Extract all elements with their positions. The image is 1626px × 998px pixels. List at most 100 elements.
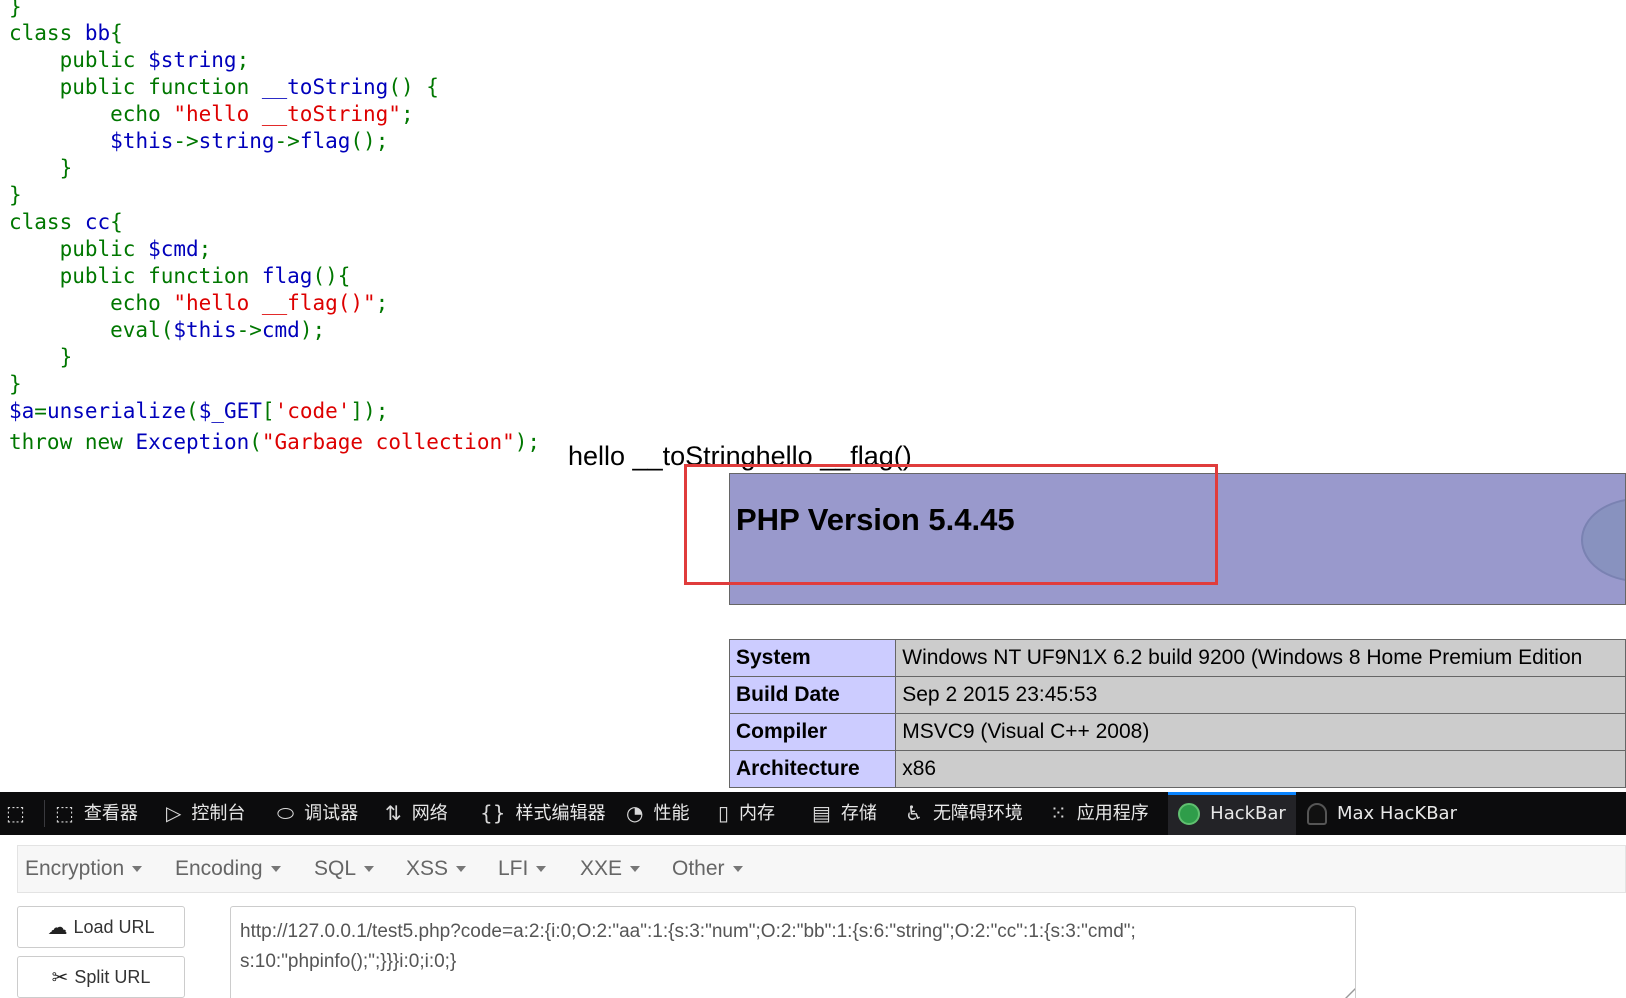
hackbar-menu-encryption[interactable]: Encryption	[25, 846, 143, 892]
code-token: "hello __flag()"	[173, 291, 376, 315]
code-token: public	[9, 48, 149, 72]
caret-down-icon	[536, 866, 547, 873]
devtools-tab-label: 网络	[411, 803, 448, 824]
code-token: $a	[9, 399, 35, 423]
code-token: eval(	[9, 318, 174, 342]
devtools-tab-performance[interactable]: ◔ 性能	[626, 792, 689, 835]
application-icon: ⁙	[1050, 801, 1067, 825]
load-url-button[interactable]: ☁ Load URL	[17, 906, 185, 948]
code-token: ;	[375, 291, 389, 315]
code-token: unserialize	[46, 399, 187, 423]
hackbar-icon	[1178, 802, 1201, 825]
code-line: class cc{	[9, 209, 123, 235]
devtools-tab-label: 样式编辑器	[515, 803, 606, 824]
hackbar-menu-encoding[interactable]: Encoding	[175, 846, 281, 892]
memory-icon: ▯	[718, 801, 730, 825]
code-token: {	[110, 210, 123, 234]
devtools-toolbar: ⬚ ⬚ 查看器 ▷ 控制台 ⬭ 调试器 ⇅ 网络 {} 样式编辑器 ◔ 性能 ▯ 内存 ▤ 存储 ♿ 无障碍环境 ⁙…	[0, 792, 1626, 835]
devtools-tab-network[interactable]: ⇅ 网络	[385, 792, 448, 835]
menu-label: Encoding	[175, 857, 263, 880]
hackbar-menu-sql[interactable]: SQL	[314, 846, 375, 892]
phpinfo-key: System	[728, 639, 897, 677]
network-icon: ⇅	[385, 801, 402, 825]
code-token: ->	[274, 129, 300, 153]
code-token: ]);	[350, 399, 389, 423]
devtools-tab-label: 内存	[739, 803, 776, 824]
code-token: (){	[312, 264, 351, 288]
code-token: $cmd	[148, 237, 199, 261]
code-token: class	[9, 21, 85, 45]
caret-down-icon	[270, 866, 281, 873]
hackbar-menu-bar: Encryption Encoding SQL XSS LFI XXE Other	[17, 845, 1626, 893]
phpinfo-key: Compiler	[728, 713, 897, 751]
devtools-tab-debugger[interactable]: ⬭ 调试器	[277, 792, 358, 835]
devtools-tab-memory[interactable]: ▯ 内存	[718, 792, 775, 835]
hackbar-menu-other[interactable]: Other	[672, 846, 743, 892]
devtools-tab-hackbar[interactable]: HackBar	[1168, 792, 1296, 835]
phpinfo-header: PHP Version 5.4.45	[729, 473, 1626, 605]
code-line: }	[9, 371, 22, 397]
devtools-tab-label: 无障碍环境	[932, 803, 1023, 824]
code-token: }	[9, 372, 22, 396]
code-token: }	[9, 0, 22, 19]
echo-output: hello __toStringhello __flag()	[568, 441, 912, 471]
devtools-tab-application[interactable]: ⁙ 应用程序	[1050, 792, 1149, 835]
devtools-tab-storage[interactable]: ▤ 存储	[812, 792, 877, 835]
code-token: );	[299, 318, 326, 342]
devtools-tab-style-editor[interactable]: {} 样式编辑器	[480, 792, 605, 835]
phpinfo-row: Architecture x86	[728, 750, 1626, 788]
storage-icon: ▤	[812, 801, 831, 825]
menu-label: LFI	[498, 857, 529, 880]
code-token: () {	[388, 75, 439, 99]
devtools-tab-console[interactable]: ▷ 控制台	[166, 792, 245, 835]
phpinfo-value: MSVC9 (Visual C++ 2008)	[895, 713, 1626, 751]
code-token: }	[9, 183, 22, 207]
code-token: flag	[299, 129, 351, 153]
devtools-tab-inspector[interactable]: ⬚ 查看器	[55, 792, 138, 835]
code-token: public function	[9, 264, 262, 288]
devtools-tab-accessibility[interactable]: ♿ 无障碍环境	[905, 792, 1023, 835]
devtools-tab-label: 控制台	[191, 803, 246, 824]
code-token: $this	[173, 318, 237, 342]
style-editor-icon: {}	[480, 801, 506, 825]
resize-grip-icon[interactable]	[1330, 987, 1355, 998]
console-icon: ▷	[166, 801, 182, 825]
code-token: __toString	[261, 75, 389, 99]
code-token: ;	[236, 48, 250, 72]
menu-label: SQL	[314, 857, 357, 880]
phpinfo-row: System Windows NT UF9N1X 6.2 build 9200 (…	[728, 639, 1626, 677]
code-token: public	[9, 237, 149, 261]
code-token: cmd	[261, 318, 300, 342]
code-line: }	[9, 0, 22, 20]
hackbar-menu-xss[interactable]: XSS	[406, 846, 467, 892]
devtools-tab-label: HackBar	[1210, 803, 1286, 824]
devtools-tab-max-hackbar[interactable]: Max HacKBar	[1307, 792, 1457, 835]
code-line: throw new Exception("Garbage collection"…	[9, 429, 540, 455]
php-version-title: PHP Version 5.4.45	[736, 502, 1015, 537]
code-token: echo	[9, 102, 174, 126]
menu-label: XSS	[406, 857, 449, 880]
code-token: class	[9, 210, 85, 234]
devtools-tab-label: 性能	[653, 803, 690, 824]
hackbar-menu-xxe[interactable]: XXE	[580, 846, 641, 892]
code-line: }	[9, 182, 22, 208]
code-token: ;	[198, 237, 212, 261]
hackbar-menu-lfi[interactable]: LFI	[498, 846, 547, 892]
code-line: $a=unserialize($_GET['code']);	[9, 398, 388, 424]
code-line: public function flag(){	[9, 263, 351, 289]
code-token: ->	[173, 129, 199, 153]
inspector-icon: ⬚	[55, 801, 74, 825]
active-tab-indicator	[1168, 792, 1296, 795]
caret-down-icon	[732, 866, 743, 873]
code-token: (	[249, 430, 262, 454]
code-token: flag	[261, 264, 313, 288]
code-token: "Garbage collection"	[261, 430, 515, 454]
performance-icon: ◔	[626, 801, 644, 825]
code-line: echo "hello __toString";	[9, 101, 413, 127]
code-token: echo	[9, 291, 174, 315]
devtools-tab-label: 调试器	[304, 803, 359, 824]
split-url-button[interactable]: ✂ Split URL	[17, 956, 185, 998]
element-picker-button[interactable]: ⬚	[6, 792, 35, 835]
url-textarea[interactable]: http://127.0.0.1/test5.php?code=a:2:{i:0…	[230, 906, 1356, 998]
